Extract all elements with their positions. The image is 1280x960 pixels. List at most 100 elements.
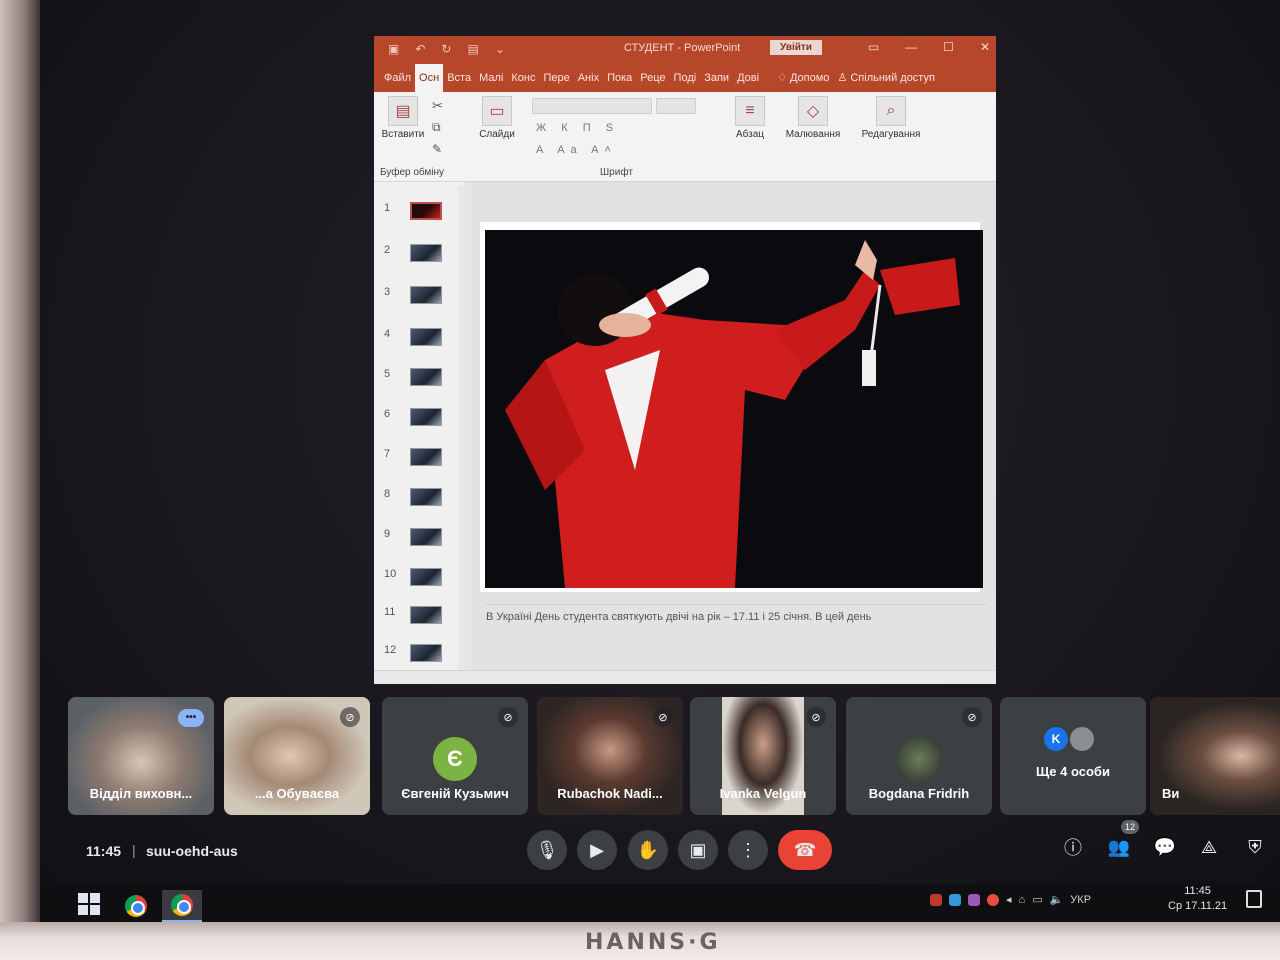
new-slide-icon: ▭	[482, 96, 512, 126]
slide-thumbnail[interactable]: 5	[384, 368, 456, 388]
more-options-button[interactable]: ⋮	[728, 830, 768, 870]
taskbar-chrome[interactable]	[116, 890, 156, 922]
font-size-field[interactable]	[656, 98, 696, 114]
tab-home[interactable]: Осн	[415, 64, 444, 92]
share-button[interactable]: ♙ Спільний доступ	[833, 71, 939, 92]
format-painter-icon[interactable]: ✎	[432, 142, 442, 156]
mic-off-icon: ⊘	[498, 707, 518, 727]
paragraph-label: Абзац	[735, 129, 765, 140]
tray-app-icon[interactable]	[968, 893, 980, 906]
tab-record[interactable]: Запи	[700, 72, 733, 92]
ribbon-display-icon[interactable]: ▭	[868, 40, 879, 54]
font-color-icon[interactable]: A	[536, 144, 549, 156]
participant-tile[interactable]: ⊘ Є Євгеній Кузьмич	[382, 697, 528, 815]
italic-button[interactable]: К	[561, 122, 573, 134]
slide-thumbnail[interactable]: 1	[384, 202, 456, 222]
camera-button[interactable]: ▶	[577, 830, 617, 870]
slide-thumbnail[interactable]: 10	[384, 568, 456, 588]
participant-name: Відділ виховн...	[89, 786, 193, 801]
thumbnail-scrollbar[interactable]	[458, 186, 466, 676]
slide-thumbnail[interactable]: 6	[384, 408, 456, 428]
close-icon[interactable]: ✕	[980, 40, 990, 54]
participant-tile[interactable]: ⊘ Rubachok Nadi...	[537, 697, 683, 815]
leave-call-button[interactable]: ☎	[778, 830, 832, 870]
underline-button[interactable]: П	[583, 122, 597, 134]
tab-transitions[interactable]: Пере	[539, 72, 573, 92]
taskbar-chrome-active[interactable]	[162, 890, 202, 922]
cut-icon[interactable]: ✂	[432, 98, 443, 114]
chat-button[interactable]: 💬	[1150, 832, 1180, 862]
chevron-left-icon[interactable]: ◂	[1006, 893, 1012, 906]
input-language[interactable]: УКР	[1070, 894, 1091, 906]
tab-slideshow[interactable]: Пока	[603, 72, 636, 92]
tab-tell-me[interactable]: ♢ Допомо	[773, 71, 833, 92]
microphone-button[interactable]: 🎙	[527, 830, 567, 870]
participant-tile[interactable]: ••• Відділ виховн...	[68, 697, 214, 815]
participant-tile[interactable]: ⊘ Ivanka Velgun	[690, 697, 836, 815]
windows-taskbar	[40, 884, 1280, 922]
windows-start-icon[interactable]	[78, 893, 100, 915]
slide-thumbnail[interactable]: 8	[384, 488, 456, 508]
tab-draw[interactable]: Малі	[475, 72, 507, 92]
strikethrough-button[interactable]: S	[606, 122, 619, 134]
tray-app-icon[interactable]	[949, 893, 961, 906]
slide-thumbnail[interactable]: 9	[384, 528, 456, 548]
monitor-brand-logo: HANNS·G	[585, 930, 721, 955]
speaker-notes[interactable]: В Україні День студента святкують двічі …	[486, 604, 986, 623]
people-button[interactable]: 👥	[1104, 832, 1134, 862]
customize-qat-icon[interactable]: ⌄	[495, 42, 505, 56]
present-icon[interactable]: ▤	[467, 42, 478, 56]
document-title: СТУДЕНТ - PowerPoint	[624, 42, 741, 54]
participant-tile-others[interactable]: K Ще 4 особи	[1000, 697, 1146, 815]
tab-review[interactable]: Реце	[636, 72, 669, 92]
slide-thumbnail[interactable]: 3	[384, 286, 456, 306]
tab-view[interactable]: Поді	[670, 72, 701, 92]
slides-button[interactable]: ▭ Слайди	[474, 96, 520, 140]
bold-button[interactable]: Ж	[536, 122, 552, 134]
present-button[interactable]: ▣	[678, 830, 718, 870]
meeting-details-button[interactable]: ⓘ	[1058, 832, 1088, 862]
font-name-field[interactable]	[532, 98, 652, 114]
tab-help-tab[interactable]: Дові	[733, 72, 763, 92]
host-controls-button[interactable]: ⛨	[1240, 832, 1270, 862]
current-slide[interactable]	[480, 222, 983, 592]
minimize-icon[interactable]: —	[905, 40, 917, 54]
tab-design[interactable]: Конс	[507, 72, 539, 92]
participant-tile[interactable]: ⊘ Bogdana Fridrih	[846, 697, 992, 815]
raise-hand-button[interactable]: ✋	[628, 830, 668, 870]
slide-thumbnail[interactable]: 7	[384, 448, 456, 468]
change-case-button[interactable]: Aa	[557, 144, 582, 156]
slide-thumbnail[interactable]: 12	[384, 644, 456, 664]
network-icon[interactable]: ▭	[1032, 893, 1042, 906]
slide-thumbnail[interactable]: 2	[384, 244, 456, 264]
paste-button[interactable]: ▤ Вставити	[380, 96, 426, 140]
slide-thumbnail[interactable]: 11	[384, 606, 456, 626]
thumbnail-image	[410, 568, 442, 586]
copy-icon[interactable]: ⧉	[432, 120, 441, 135]
participant-tile-self[interactable]: Ви	[1150, 697, 1280, 815]
save-icon[interactable]: ▣	[388, 42, 399, 56]
editing-button[interactable]: ⌕ Редагування	[856, 96, 926, 140]
slide-thumbnail[interactable]: 4	[384, 328, 456, 348]
grow-font-icon[interactable]: A˄	[591, 144, 617, 156]
slide-number: 12	[384, 644, 397, 656]
tray-app-icon[interactable]	[930, 893, 942, 906]
participant-tile[interactable]: ⊘ ...а Обувaєва	[224, 697, 370, 815]
tab-insert[interactable]: Вста	[443, 72, 475, 92]
participant-name: Євгеній Кузьмич	[401, 786, 509, 801]
redo-icon[interactable]: ↻	[441, 42, 451, 56]
more-options-icon[interactable]: •••	[178, 709, 204, 727]
tray-app-icon[interactable]	[987, 893, 999, 906]
tab-animations[interactable]: Аніх	[574, 72, 603, 92]
volume-icon[interactable]: 🔈	[1050, 893, 1064, 906]
undo-icon[interactable]: ↶	[415, 42, 425, 56]
usb-icon[interactable]: ⌂	[1019, 894, 1026, 906]
paragraph-button[interactable]: ≡ Абзац	[730, 96, 770, 140]
notification-center-icon[interactable]	[1246, 890, 1262, 908]
sign-in-button[interactable]: Увійти	[770, 40, 822, 55]
activities-button[interactable]: ⟁	[1194, 832, 1224, 862]
tab-file[interactable]: Файл	[380, 72, 415, 92]
maximize-icon[interactable]: ☐	[943, 40, 954, 54]
taskbar-clock[interactable]: 11:45 Ср 17.11.21	[1168, 884, 1227, 914]
drawing-button[interactable]: ◇ Малювання	[778, 96, 848, 140]
